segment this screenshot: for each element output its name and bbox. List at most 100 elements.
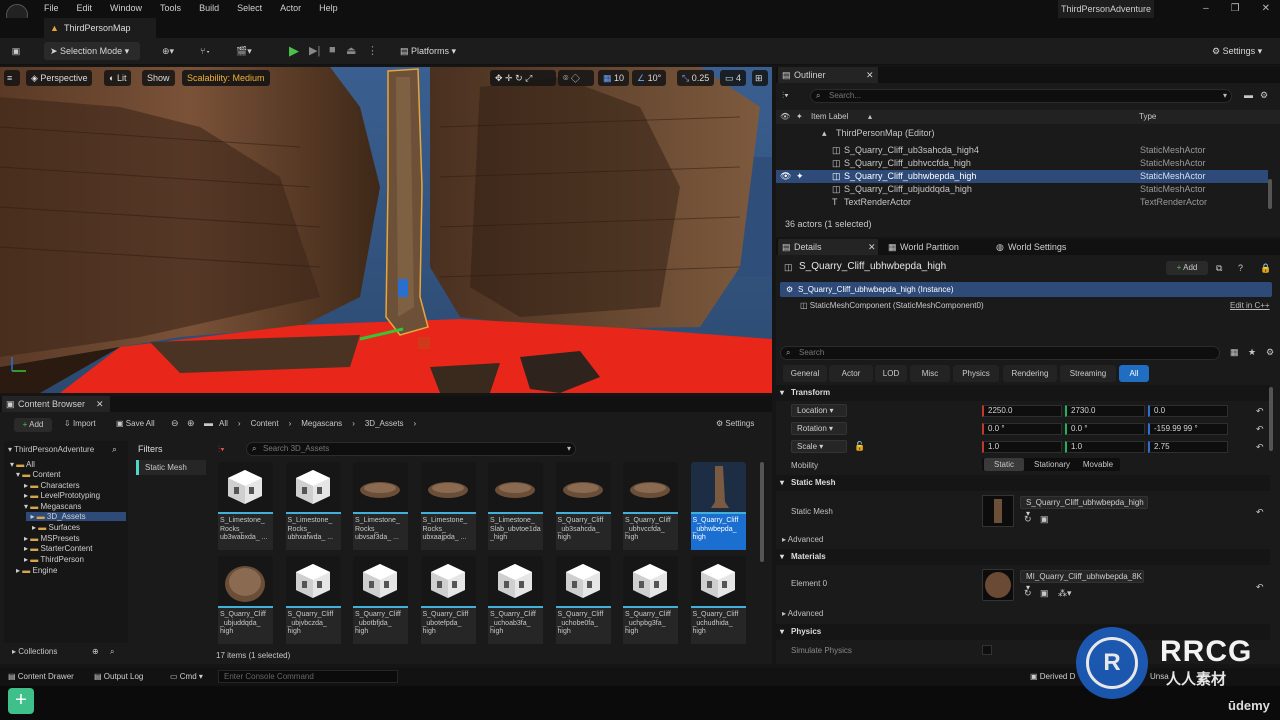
tab-world-settings[interactable]: ◍ World Settings bbox=[992, 239, 1102, 255]
menu-file[interactable]: File bbox=[44, 3, 59, 13]
platforms-button[interactable]: ▤ Platforms ▾ bbox=[394, 42, 466, 60]
tree-startercontent[interactable]: ▸ ▬ StarterContent bbox=[24, 544, 93, 553]
show-button[interactable]: Show bbox=[142, 70, 175, 86]
breadcrumb-content[interactable]: Content bbox=[251, 419, 279, 428]
scale-z-field[interactable]: 2.75 bbox=[1148, 441, 1228, 453]
static-mesh-dropdown[interactable]: S_Quarry_Cliff_ubhwbepda_high ▾ bbox=[1020, 496, 1148, 518]
menu-edit[interactable]: Edit bbox=[77, 3, 93, 13]
outliner-map-row[interactable]: ▴ ThirdPersonMap (Editor) bbox=[776, 127, 1268, 140]
add-actor-icon[interactable]: ⊕▾ bbox=[162, 46, 174, 57]
tab-content-browser[interactable]: ▣ Content Browser ✕ bbox=[2, 396, 110, 412]
assets-search-input[interactable]: ⌕ Search 3D_Assets ▾ bbox=[246, 442, 576, 456]
pin-icon[interactable]: ✦ bbox=[796, 170, 804, 183]
reset-arrow-icon[interactable]: ↶ bbox=[1256, 424, 1264, 435]
cinematics-icon[interactable]: 🎬▾ bbox=[236, 46, 252, 57]
tree-all[interactable]: ▾ ▬ All bbox=[10, 460, 35, 469]
outliner-row[interactable]: T TextRenderActor TextRenderActor bbox=[776, 196, 1268, 209]
asset-tile[interactable]: S_Quarry_Cliff _ubjuddqda_ high bbox=[218, 556, 273, 646]
derived-data-button[interactable]: ▣ Derived D bbox=[1030, 672, 1075, 681]
category-all[interactable]: All bbox=[1119, 365, 1149, 382]
use-selected-icon[interactable]: ↻ bbox=[1024, 588, 1032, 599]
add-button[interactable]: + Add bbox=[14, 418, 52, 432]
asset-tile[interactable]: S_Limestone_ Rocks_ ubxaajpda_ ... bbox=[420, 462, 476, 552]
cb-settings-button[interactable]: ⚙ Settings bbox=[716, 419, 754, 428]
outliner-row[interactable]: ◫ S_Quarry_Cliff_ubjuddqda_high StaticMe… bbox=[776, 183, 1268, 196]
material-thumbnail[interactable] bbox=[982, 569, 1014, 601]
menu-build[interactable]: Build bbox=[199, 3, 219, 13]
help-icon[interactable]: ? bbox=[1238, 263, 1243, 273]
rotation-z-field[interactable]: -159.99 99 ° bbox=[1148, 423, 1228, 435]
instance-row[interactable]: ⚙ S_Quarry_Cliff_ubhwbepda_high (Instanc… bbox=[780, 282, 1272, 297]
asset-tile[interactable]: S_Limestone_ Slab_ubvtoe1da _high bbox=[488, 462, 543, 552]
reset-arrow-icon[interactable]: ↶ bbox=[1256, 582, 1264, 593]
add-collection-icon[interactable]: ⊕ bbox=[92, 644, 99, 660]
asset-tile[interactable]: S_Quarry_Cliff _uchoab3fa_ high bbox=[488, 556, 543, 646]
play-icon[interactable]: ▶ bbox=[289, 43, 299, 59]
filter-icon[interactable]: ⫶▾ bbox=[218, 444, 225, 455]
more-options-icon[interactable]: ⋮ bbox=[367, 44, 378, 57]
lock-icon[interactable]: 🔒 bbox=[1260, 263, 1271, 274]
menu-select[interactable]: Select bbox=[237, 3, 262, 13]
tree-engine[interactable]: ▸ ▬ Engine bbox=[16, 566, 57, 575]
project-root[interactable]: ▾ ThirdPersonAdventure bbox=[8, 445, 94, 454]
category-rendering[interactable]: Rendering bbox=[1003, 365, 1057, 382]
location-z-field[interactable]: 0.0 bbox=[1148, 405, 1228, 417]
category-physics[interactable]: Physics bbox=[953, 365, 999, 382]
column-type[interactable]: Type bbox=[1139, 110, 1156, 124]
output-log-button[interactable]: ▤ Output Log bbox=[94, 672, 143, 681]
close-tab-icon[interactable]: ✕ bbox=[96, 396, 104, 412]
asset-tile[interactable]: S_Quarry_Cliff _ubotefpda_ high bbox=[420, 556, 476, 646]
asset-scrollbar[interactable] bbox=[760, 462, 764, 562]
rotation-snap-button[interactable]: ∠ 10° bbox=[632, 70, 667, 86]
section-transform[interactable]: ▾ Transform bbox=[776, 385, 1270, 401]
forward-icon[interactable]: ⊕ bbox=[187, 418, 195, 429]
material-options-icon[interactable]: ⁂▾ bbox=[1058, 588, 1072, 599]
asset-tile[interactable]: S_Limestone_ Rocks_ ubvsaf3da_ ... bbox=[353, 462, 408, 552]
asset-tile[interactable]: S_Quarry_Cliff _uchudhida_ high bbox=[690, 556, 746, 646]
details-search-input[interactable]: ⌕ Search bbox=[780, 346, 1220, 360]
mobility-static[interactable]: Static bbox=[984, 458, 1024, 471]
scale-x-field[interactable]: 1.0 bbox=[982, 441, 1062, 453]
breadcrumb-all[interactable]: All bbox=[219, 419, 228, 428]
menu-tools[interactable]: Tools bbox=[160, 3, 181, 13]
category-streaming[interactable]: Streaming bbox=[1060, 365, 1116, 382]
category-actor[interactable]: Actor bbox=[829, 365, 873, 382]
tree-megascans[interactable]: ▾ ▬ Megascans bbox=[24, 502, 81, 511]
menu-help[interactable]: Help bbox=[319, 3, 338, 13]
rotation-y-field[interactable]: 0.0 ° bbox=[1065, 423, 1145, 435]
asset-tile[interactable]: S_Quarry_Cliff _uchpbg3fa_ high bbox=[623, 556, 678, 646]
search-icon[interactable]: ⌕ bbox=[112, 444, 117, 455]
simulate-physics-checkbox[interactable] bbox=[982, 645, 992, 655]
materials-advanced[interactable]: ▸ Advanced bbox=[782, 609, 823, 618]
table-view-icon[interactable]: ▦ bbox=[1230, 347, 1239, 358]
rotation-x-field[interactable]: 0.0 ° bbox=[982, 423, 1062, 435]
tree-surfaces[interactable]: ▸ ▬ Surfaces bbox=[32, 523, 80, 532]
blueprint-icon[interactable]: ⧉ bbox=[1216, 263, 1222, 274]
location-x-field[interactable]: 2250.0 bbox=[982, 405, 1062, 417]
asset-tile[interactable]: S_Quarry_Cliff _ubotbfjda_ high bbox=[353, 556, 408, 646]
menu-actor[interactable]: Actor bbox=[280, 3, 301, 13]
reset-arrow-icon[interactable]: ↶ bbox=[1256, 406, 1264, 417]
selection-mode-button[interactable]: ➤ Selection Mode ▾ bbox=[44, 42, 140, 60]
details-settings-icon[interactable]: ⚙ bbox=[1266, 347, 1274, 358]
outliner-search-input[interactable]: ⌕ Search... ▾ bbox=[810, 89, 1232, 103]
blueprint-icon[interactable]: ⑂▾ bbox=[200, 46, 211, 56]
close-icon[interactable]: ✕ bbox=[1262, 3, 1270, 14]
edit-in-cpp-link[interactable]: Edit in C++ bbox=[1230, 301, 1270, 310]
tree-levelprototyping[interactable]: ▸ ▬ LevelPrototyping bbox=[24, 491, 100, 500]
location-dropdown[interactable]: Location ▾ bbox=[791, 404, 847, 417]
asset-tile[interactable]: S_Quarry_Cliff _ubjvbczda_ high bbox=[285, 556, 341, 646]
back-icon[interactable]: ⊖ bbox=[171, 418, 179, 429]
viewport-menu-icon[interactable]: ≡ bbox=[4, 70, 20, 86]
rotation-dropdown[interactable]: Rotation ▾ bbox=[791, 422, 847, 435]
mobility-stationary[interactable]: Stationary bbox=[1030, 458, 1074, 471]
console-input[interactable]: Enter Console Command bbox=[218, 670, 398, 683]
breadcrumb-megascans[interactable]: Megascans bbox=[301, 419, 342, 428]
surface-snap[interactable]: ⌾ ◇ bbox=[558, 70, 594, 86]
outliner-row[interactable]: ◫ S_Quarry_Cliff_ubhvccfda_high StaticMe… bbox=[776, 157, 1268, 170]
component-row[interactable]: ◫ StaticMeshComponent (StaticMeshCompone… bbox=[800, 301, 984, 310]
reset-arrow-icon[interactable]: ↶ bbox=[1256, 442, 1264, 453]
minimize-icon[interactable]: – bbox=[1203, 3, 1209, 14]
section-materials[interactable]: ▾ Materials bbox=[776, 549, 1270, 565]
filter-chip-static-mesh[interactable]: Static Mesh bbox=[136, 460, 206, 475]
